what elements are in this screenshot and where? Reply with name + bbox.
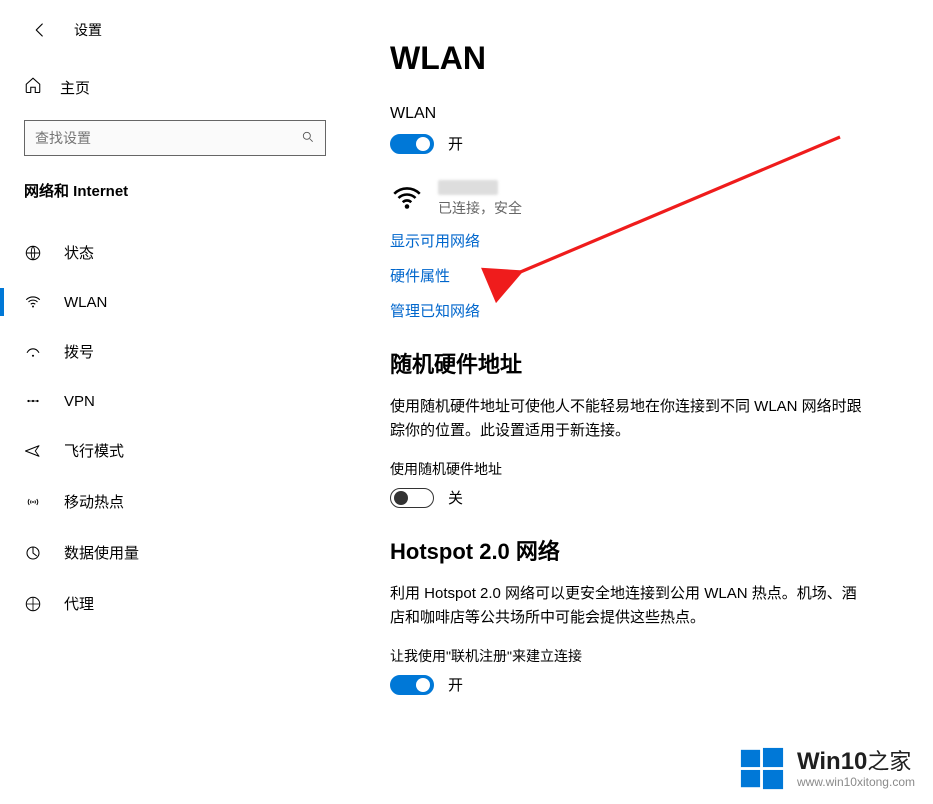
hotspot2-toggle[interactable] — [390, 675, 434, 695]
watermark-brand: Win10 — [797, 748, 867, 775]
random-mac-desc: 使用随机硬件地址可使他人不能轻易地在你连接到不同 WLAN 网络时跟踪你的位置。… — [390, 395, 870, 443]
wlan-toggle-state: 开 — [448, 133, 463, 154]
app-title: 设置 — [74, 20, 102, 40]
airplane-icon — [24, 442, 46, 460]
home-icon — [24, 76, 44, 98]
page-title: WLAN — [390, 40, 893, 77]
sidebar-home[interactable]: 主页 — [0, 64, 350, 110]
back-button[interactable] — [24, 14, 56, 46]
sidebar-item-dialup[interactable]: 拨号 — [0, 326, 350, 377]
wifi-icon — [24, 293, 46, 311]
sidebar-item-label: 状态 — [64, 242, 94, 263]
watermark-url: www.win10xitong.com — [797, 776, 915, 790]
watermark-suffix: 之家 — [867, 749, 911, 774]
proxy-icon — [24, 595, 46, 613]
sidebar-item-airplane[interactable]: 飞行模式 — [0, 425, 350, 476]
data-usage-icon — [24, 544, 46, 562]
search-input[interactable] — [25, 130, 291, 146]
wifi-signal-icon — [390, 181, 424, 218]
hotspot-icon — [24, 493, 46, 511]
current-network[interactable]: 已连接，安全 — [390, 180, 893, 218]
vpn-icon — [24, 392, 46, 410]
windows-logo-icon — [739, 746, 785, 792]
watermark: Win10之家 www.win10xitong.com — [739, 746, 915, 792]
link-hardware-properties[interactable]: 硬件属性 — [390, 265, 893, 286]
wlan-toggle[interactable] — [390, 134, 434, 154]
network-ssid — [438, 180, 498, 195]
sidebar-home-label: 主页 — [60, 77, 90, 98]
wlan-toggle-label: WLAN — [390, 105, 893, 123]
sidebar-item-label: VPN — [64, 393, 95, 410]
hotspot2-toggle-state: 开 — [448, 674, 463, 695]
random-mac-sublabel: 使用随机硬件地址 — [390, 459, 893, 479]
sidebar-item-status[interactable]: 状态 — [0, 227, 350, 278]
dialup-icon — [24, 343, 46, 361]
sidebar-item-label: 代理 — [64, 593, 94, 614]
network-status: 已连接，安全 — [438, 198, 522, 218]
search-box[interactable] — [24, 120, 326, 156]
sidebar-item-vpn[interactable]: VPN — [0, 377, 350, 425]
sidebar-item-label: 拨号 — [64, 341, 94, 362]
random-mac-toggle-state: 关 — [448, 487, 463, 508]
hotspot2-sublabel: 让我使用"联机注册"来建立连接 — [390, 646, 893, 666]
sidebar-item-hotspot[interactable]: 移动热点 — [0, 476, 350, 527]
sidebar-item-proxy[interactable]: 代理 — [0, 578, 350, 629]
search-icon — [291, 130, 325, 147]
random-mac-title: 随机硬件地址 — [390, 347, 893, 379]
link-manage-known-networks[interactable]: 管理已知网络 — [390, 300, 893, 321]
hotspot2-desc: 利用 Hotspot 2.0 网络可以更安全地连接到公用 WLAN 热点。机场、… — [390, 582, 870, 630]
sidebar-item-label: 数据使用量 — [64, 542, 139, 563]
link-show-networks[interactable]: 显示可用网络 — [390, 230, 893, 251]
sidebar-item-label: 移动热点 — [64, 491, 124, 512]
sidebar-item-wlan[interactable]: WLAN — [0, 278, 350, 326]
sidebar-item-label: WLAN — [64, 294, 107, 311]
sidebar-item-data-usage[interactable]: 数据使用量 — [0, 527, 350, 578]
sidebar-category: 网络和 Internet — [0, 172, 350, 211]
globe-icon — [24, 244, 46, 262]
random-mac-toggle[interactable] — [390, 488, 434, 508]
sidebar-item-label: 飞行模式 — [64, 440, 124, 461]
hotspot2-title: Hotspot 2.0 网络 — [390, 534, 893, 566]
